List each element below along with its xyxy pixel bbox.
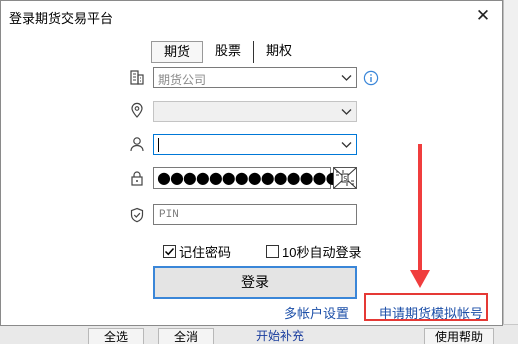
start-fill-button[interactable]: 开始补充: [245, 328, 315, 344]
tab-futures[interactable]: 期货: [151, 41, 204, 63]
remember-password-label: 记住密码: [179, 245, 232, 260]
chevron-down-icon: [341, 139, 352, 150]
soft-keyboard-icon[interactable]: S: [333, 167, 357, 189]
pin-placeholder: PIN: [159, 209, 179, 221]
login-button[interactable]: 登录: [153, 266, 357, 299]
market-tabs: 期货 股票 期权: [151, 41, 304, 63]
annotation-arrow-shaft: [418, 144, 422, 276]
auto-login-label: 10秒自动登录: [282, 245, 362, 260]
dialog-titlebar: 登录期货交易平台 ✕: [1, 1, 502, 31]
remember-password-checkbox[interactable]: 记住密码: [163, 242, 231, 261]
text-cursor: [158, 138, 159, 152]
building-icon: [129, 69, 145, 85]
dialog-title: 登录期货交易平台: [9, 11, 114, 26]
checkbox-checked-icon: [163, 245, 176, 258]
help-button[interactable]: 使用帮助: [424, 328, 494, 344]
multi-account-settings-link[interactable]: 多帐户设置: [284, 303, 349, 322]
broker-select-value: 期货公司: [158, 73, 207, 87]
select-all-button[interactable]: 全选: [88, 328, 144, 344]
tab-options[interactable]: 期权: [254, 41, 304, 63]
svg-text:S: S: [343, 175, 347, 183]
close-button[interactable]: ✕: [469, 5, 497, 27]
user-icon: [129, 136, 145, 152]
checkbox-empty-icon: [266, 245, 279, 258]
lock-icon: [129, 170, 145, 186]
deselect-all-button[interactable]: 全消: [158, 328, 214, 344]
annotation-highlight-box: [364, 293, 488, 321]
server-select[interactable]: [153, 101, 357, 122]
chevron-down-icon: [341, 106, 352, 117]
background-app-scroll-edge: [503, 0, 518, 344]
info-icon[interactable]: [363, 70, 379, 86]
password-mask: ●●●●●●●●●●●●●●: [157, 168, 339, 187]
password-input[interactable]: ●●●●●●●●●●●●●●: [153, 167, 339, 189]
auto-login-checkbox[interactable]: 10秒自动登录: [266, 242, 361, 261]
location-pin-icon: [129, 102, 145, 118]
chevron-down-icon: [341, 72, 352, 83]
account-input[interactable]: [153, 134, 357, 155]
shield-check-icon: [129, 207, 145, 223]
broker-select[interactable]: 期货公司: [153, 67, 357, 88]
annotation-arrow-head: [410, 270, 430, 288]
tab-stocks[interactable]: 股票: [203, 41, 255, 63]
pin-input[interactable]: PIN: [153, 204, 357, 225]
